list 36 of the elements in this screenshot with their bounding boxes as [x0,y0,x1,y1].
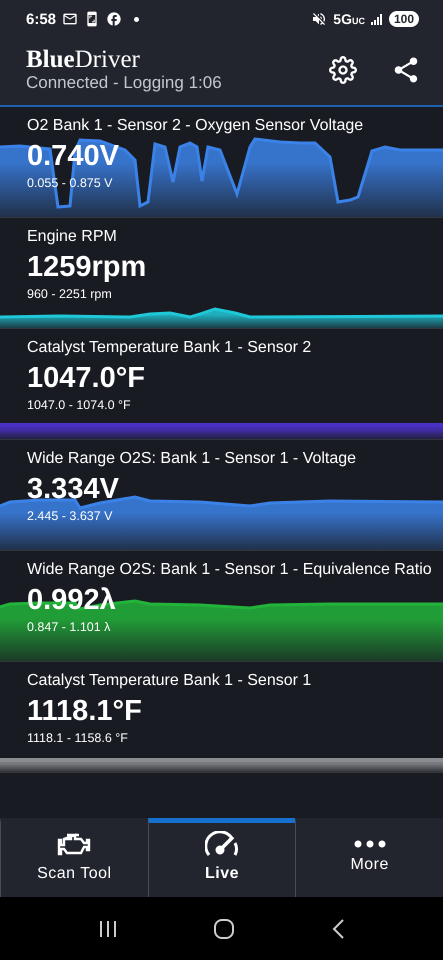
gauge-title: O2 Bank 1 - Sensor 2 - Oxygen Sensor Voltage [27,117,364,135]
facebook-icon [106,11,122,27]
gauge-icon [205,831,239,857]
gauge-card[interactable]: Engine RPM 1259rpm 960 - 2251 rpm [0,218,443,329]
mute-icon [311,11,328,27]
gauge-card[interactable]: Catalyst Temperature Bank 1 - Sensor 1 1118.1°F 1118.1 - 1158.6 °F [0,662,443,773]
gauge-range: 1118.1 - 1158.6 °F [27,731,128,745]
notification-dot-icon [134,16,140,22]
app-logo: BlueDriver [26,46,141,72]
battery-level: 100 [388,11,419,27]
gauge-title: Wide Range O2S: Bank 1 - Sensor 1 - Equivalence Ratio [27,561,432,579]
status-time: 6:58 [26,10,56,28]
gauge-card[interactable]: Wide Range O2S: Bank 1 - Sensor 1 - Voltage 3.334V 2.445 - 3.637 V [0,440,443,551]
gauge-range: 960 - 2251 rpm [27,287,112,301]
gauge-title: Wide Range O2S: Bank 1 - Sensor 1 - Voltage [27,450,356,468]
connection-status: Connected - Logging 1:06 [26,72,223,92]
back-icon[interactable] [331,918,346,940]
gauge-range: 0.847 - 1.101 λ [27,620,110,634]
gauge-card[interactable]: Catalyst Temperature Bank 1 - Sensor 2 1047.0°F 1047.0 - 1074.0 °F [0,329,443,440]
network-type: 5GUC [333,11,365,27]
home-icon[interactable] [213,918,236,940]
engine-icon [57,831,92,857]
gauge-range: 1047.0 - 1074.0 °F [27,398,131,412]
mail-icon [62,11,78,27]
gauge-value: 3.334V [27,473,119,505]
recent-apps-icon[interactable] [98,918,118,938]
gauge-title: Catalyst Temperature Bank 1 - Sensor 2 [27,339,312,357]
gauge-range: 2.445 - 3.637 V [27,509,112,523]
gauge-title: Catalyst Temperature Bank 1 - Sensor 1 [27,672,312,690]
gauge-value: 1047.0°F [27,362,146,394]
more-icon [354,840,386,848]
settings-icon[interactable] [329,56,357,84]
gauge-title: Engine RPM [27,228,117,246]
signal-icon [370,13,383,25]
gauge-value: 1118.1°F [27,695,142,727]
gauge-value: 1259rpm [27,251,146,283]
